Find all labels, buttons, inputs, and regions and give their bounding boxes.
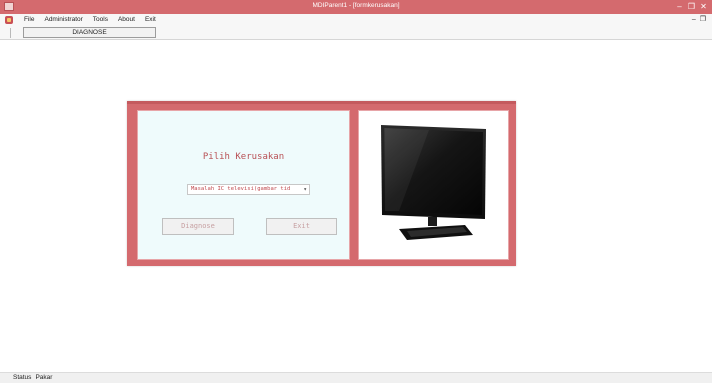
window-title: MDIParent1 - [formkerusakan]	[312, 2, 400, 9]
menu-about[interactable]: About	[113, 14, 140, 26]
mdi-child-controls: – ❐	[692, 14, 706, 26]
form-top-border	[127, 101, 516, 104]
form-heading: Pilih Kerusakan	[202, 152, 285, 162]
menu-bar: File Administrator Tools About Exit – ❐	[0, 14, 712, 26]
menu-file[interactable]: File	[19, 14, 39, 26]
menu-exit[interactable]: Exit	[140, 14, 161, 26]
menu-tools[interactable]: Tools	[88, 14, 113, 26]
image-panel	[358, 110, 509, 260]
menu-administrator[interactable]: Administrator	[39, 14, 87, 26]
status-value: Pakar	[35, 374, 53, 381]
diagnose-button[interactable]: Diagnose	[162, 218, 234, 235]
close-icon[interactable]: ✕	[699, 1, 708, 13]
mdi-minimize-icon[interactable]: –	[692, 14, 696, 26]
window-controls: – ❐ ✕	[675, 1, 708, 13]
exit-button[interactable]: Exit	[266, 218, 337, 235]
status-bar: Status Pakar	[0, 372, 712, 383]
diagnose-toolbar-button[interactable]: DIAGNOSE	[23, 27, 156, 38]
combobox-value: Masalah IC televisi(gambar tid	[191, 186, 291, 192]
window-title-bar[interactable]: MDIParent1 - [formkerusakan] – ❐ ✕	[0, 0, 712, 14]
tv-image	[381, 125, 486, 240]
toolbar-grip[interactable]	[10, 28, 11, 38]
chevron-down-icon[interactable]: ▾	[303, 185, 307, 194]
minimize-icon[interactable]: –	[675, 1, 684, 13]
mdi-child-icon[interactable]	[5, 16, 13, 24]
kerusakan-combobox[interactable]: Masalah IC televisi(gambar tid ▾	[187, 184, 310, 195]
maximize-icon[interactable]: ❐	[687, 1, 696, 13]
selection-panel: Pilih Kerusakan Masalah IC televisi(gamb…	[137, 110, 350, 260]
kerusakan-form: Pilih Kerusakan Masalah IC televisi(gamb…	[127, 101, 516, 266]
mdi-restore-icon[interactable]: ❐	[700, 14, 706, 26]
status-label: Status	[13, 374, 32, 381]
toolbar: DIAGNOSE	[0, 26, 712, 40]
